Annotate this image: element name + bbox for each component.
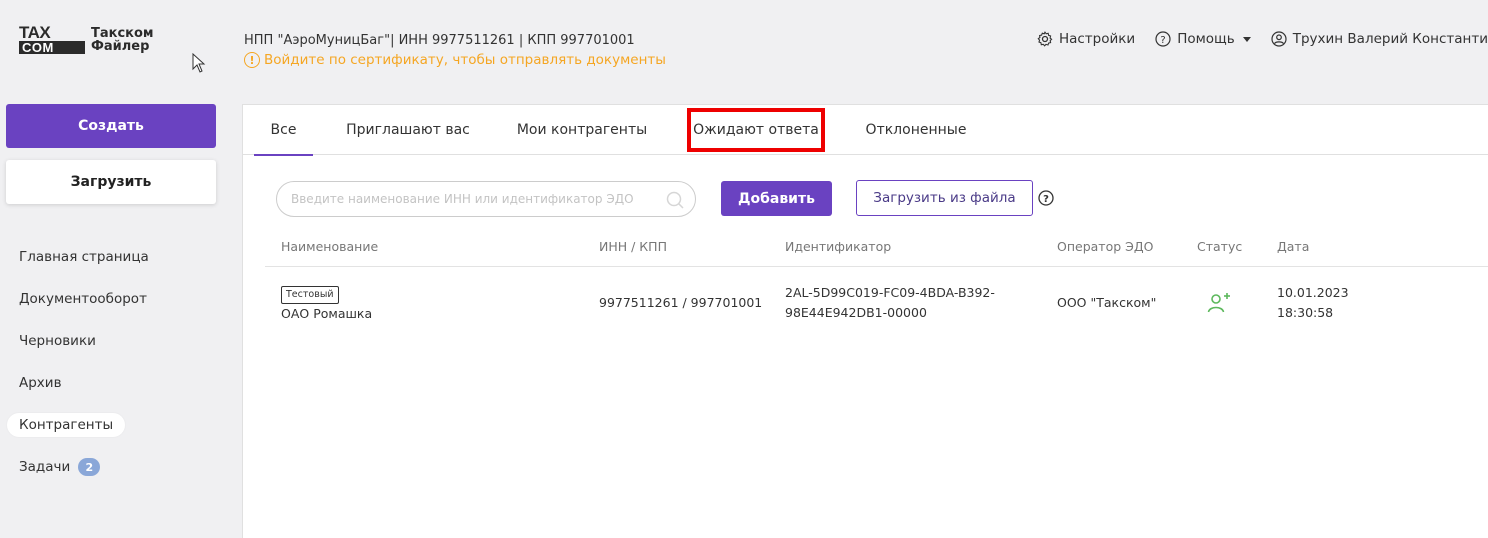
main-panel: Все Приглашают вас Мои контрагенты Ожида… xyxy=(242,104,1488,538)
logo-text-line2: Файлер xyxy=(91,38,150,54)
user-icon xyxy=(1271,31,1287,47)
cell-operator: ООО "Такском" xyxy=(1057,295,1157,310)
tab-awaiting-response[interactable]: Ожидают ответа xyxy=(687,108,825,152)
help-menu[interactable]: ? Помощь xyxy=(1155,31,1251,47)
cell-inn-kpp: 9977511261 / 997701001 xyxy=(599,295,763,310)
table-header: Наименование ИНН / КПП Идентификатор Опе… xyxy=(265,227,1488,267)
question-circle-icon[interactable]: ? xyxy=(1038,190,1054,206)
tab-all[interactable]: Все xyxy=(254,105,313,156)
test-badge: Тестовый xyxy=(281,286,339,304)
question-circle-icon: ? xyxy=(1155,31,1171,47)
sidebar-item-document-flow[interactable]: Документооборот xyxy=(6,278,226,320)
column-header-date[interactable]: Дата xyxy=(1277,239,1309,254)
identifier-line1: 2AL-5D99C019-FC09-4BDA-B392- xyxy=(785,285,995,300)
column-header-inn-kpp[interactable]: ИНН / КПП xyxy=(599,239,667,254)
taxcom-logo[interactable]: TAX COM Такском Файлер xyxy=(19,23,154,54)
add-button[interactable]: Добавить xyxy=(721,181,832,216)
settings-label: Настройки xyxy=(1058,31,1136,47)
upload-button[interactable]: Загрузить xyxy=(6,160,216,204)
sidebar-item-label: Архив xyxy=(19,375,62,391)
tab-rejected[interactable]: Отклоненные xyxy=(858,105,974,155)
logo-text: Такском Файлер xyxy=(91,27,154,53)
sidebar-item-label: Черновики xyxy=(19,333,96,349)
sidebar-item-label: Главная страница xyxy=(19,249,149,265)
logo-text-line1: Такском xyxy=(91,25,154,41)
time-value: 18:30:58 xyxy=(1277,305,1334,320)
upload-from-file-button[interactable]: Загрузить из файла xyxy=(856,180,1033,216)
column-header-name[interactable]: Наименование xyxy=(281,239,378,254)
certificate-warning[interactable]: ! Войдите по сертификату, чтобы отправля… xyxy=(244,52,666,68)
logo-mark: TAX COM xyxy=(19,23,85,54)
warning-icon: ! xyxy=(244,52,260,68)
column-header-identifier[interactable]: Идентификатор xyxy=(785,239,891,254)
user-add-status-icon[interactable] xyxy=(1206,291,1232,315)
search-box xyxy=(276,181,696,217)
table-row[interactable]: Тестовый ОАО Ромашка 9977511261 / 997701… xyxy=(265,267,1488,339)
logo-tax: TAX xyxy=(19,23,51,42)
tab-bar: Все Приглашают вас Мои контрагенты Ожида… xyxy=(243,105,1488,156)
svg-text:?: ? xyxy=(1043,194,1049,205)
sidebar-nav: Главная страница Документооборот Чернови… xyxy=(6,236,226,488)
settings-button[interactable]: Настройки xyxy=(1037,31,1135,47)
column-header-operator[interactable]: Оператор ЭДО xyxy=(1057,239,1153,254)
search-icon[interactable] xyxy=(665,190,685,210)
user-menu[interactable]: Трухин Валерий Константи xyxy=(1271,31,1488,47)
logo-com: COM xyxy=(19,41,85,54)
tab-my-counterparties[interactable]: Мои контрагенты xyxy=(511,105,653,155)
cell-date: 10.01.2023 18:30:58 xyxy=(1277,283,1349,323)
sidebar-item-label: Контрагенты xyxy=(7,413,126,437)
column-header-status[interactable]: Статус xyxy=(1197,239,1242,254)
sidebar-item-counterparties[interactable]: Контрагенты xyxy=(6,404,226,446)
search-input[interactable] xyxy=(291,192,661,206)
mouse-cursor-icon xyxy=(192,53,206,73)
sidebar-item-archive[interactable]: Архив xyxy=(6,362,226,404)
help-label: Помощь xyxy=(1177,31,1235,47)
sidebar-item-home[interactable]: Главная страница xyxy=(6,236,226,278)
tab-invitations[interactable]: Приглашают вас xyxy=(343,105,473,155)
counterparty-name: ОАО Ромашка xyxy=(281,306,373,321)
sidebar-item-label: Документооборот xyxy=(19,291,147,307)
sidebar-item-label: Задачи xyxy=(19,459,71,475)
cell-name: Тестовый ОАО Ромашка xyxy=(281,283,372,324)
caret-down-icon xyxy=(1242,36,1251,42)
cell-identifier: 2AL-5D99C019-FC09-4BDA-B392- 98E44E942DB… xyxy=(785,283,995,323)
identifier-line2: 98E44E942DB1-00000 xyxy=(785,305,927,320)
sidebar-item-tasks[interactable]: Задачи 2 xyxy=(6,446,226,488)
date-value: 10.01.2023 xyxy=(1277,285,1349,300)
header-actions: Настройки ? Помощь Трухин Валерий Конста… xyxy=(1017,31,1488,47)
organization-info: НПП "АэроМуницБаг"| ИНН 9977511261 | КПП… xyxy=(244,33,635,48)
gear-icon xyxy=(1037,31,1053,47)
tasks-count-badge: 2 xyxy=(78,458,101,476)
user-name: Трухин Валерий Константи xyxy=(1292,31,1488,47)
svg-text:?: ? xyxy=(1161,35,1166,46)
certificate-warning-text: Войдите по сертификату, чтобы отправлять… xyxy=(264,52,666,68)
sidebar-item-drafts[interactable]: Черновики xyxy=(6,320,226,362)
create-button[interactable]: Создать xyxy=(6,104,216,148)
